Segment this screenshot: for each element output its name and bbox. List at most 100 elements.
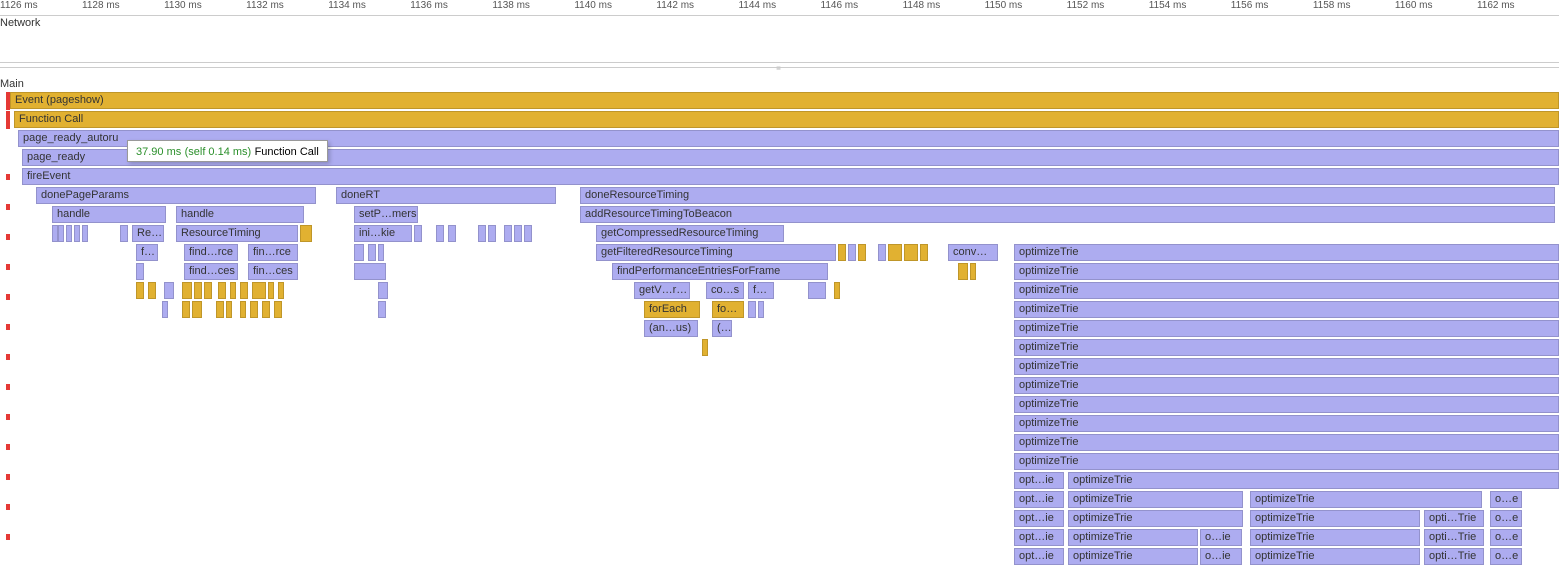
flame-bar[interactable] bbox=[834, 282, 840, 299]
flame-bar[interactable] bbox=[82, 225, 88, 242]
flame-bar[interactable]: handle bbox=[52, 206, 166, 223]
flame-bar[interactable] bbox=[488, 225, 496, 242]
flame-bar[interactable]: getCompressedResourceTiming bbox=[596, 225, 784, 242]
flame-bar[interactable] bbox=[74, 225, 80, 242]
flame-bar[interactable] bbox=[436, 225, 444, 242]
flame-bar[interactable] bbox=[216, 301, 224, 318]
flame-bar[interactable] bbox=[194, 282, 202, 299]
flame-bar[interactable]: forEach bbox=[644, 301, 700, 318]
flame-bar[interactable]: co…s bbox=[706, 282, 744, 299]
flame-bar[interactable]: (… bbox=[712, 320, 732, 337]
flame-bar[interactable] bbox=[204, 282, 212, 299]
flame-bar[interactable]: ini…kie bbox=[354, 225, 412, 242]
flame-bar[interactable] bbox=[262, 301, 270, 318]
pane-splitter[interactable]: ≡ bbox=[0, 62, 1559, 68]
flame-bar[interactable] bbox=[148, 282, 156, 299]
flame-bar[interactable] bbox=[164, 282, 174, 299]
flame-bar[interactable]: conv…rie bbox=[948, 244, 998, 261]
flame-bar[interactable]: o…e bbox=[1490, 548, 1522, 565]
flame-bar[interactable]: optimizeTrie bbox=[1068, 510, 1243, 527]
flame-bar[interactable]: doneRT bbox=[336, 187, 556, 204]
flame-bar[interactable] bbox=[748, 301, 756, 318]
flame-bar[interactable]: optimizeTrie bbox=[1014, 244, 1559, 261]
flame-bar[interactable] bbox=[904, 244, 918, 261]
flame-bar[interactable]: optimizeTrie bbox=[1014, 320, 1559, 337]
flame-bar[interactable] bbox=[240, 282, 248, 299]
flame-bar[interactable] bbox=[378, 282, 388, 299]
flame-bar[interactable] bbox=[878, 244, 886, 261]
flame-bar[interactable]: optimizeTrie bbox=[1014, 358, 1559, 375]
flame-bar[interactable] bbox=[920, 244, 928, 261]
flame-bar[interactable]: (an…us) bbox=[644, 320, 698, 337]
flame-bar[interactable] bbox=[848, 244, 856, 261]
flame-bar[interactable]: addResourceTimingToBeacon bbox=[580, 206, 1555, 223]
flame-bar[interactable] bbox=[252, 282, 266, 299]
flame-bar[interactable]: fo…h bbox=[712, 301, 744, 318]
flame-bar[interactable]: Event (pageshow) bbox=[10, 92, 1559, 109]
flame-bar[interactable]: fin…rce bbox=[248, 244, 298, 261]
flame-bar[interactable]: optimizeTrie bbox=[1068, 472, 1559, 489]
flame-bar[interactable]: setP…mers bbox=[354, 206, 418, 223]
flame-bar[interactable]: opt…ie bbox=[1014, 529, 1064, 546]
flame-bar[interactable] bbox=[858, 244, 866, 261]
flame-bar[interactable]: optimizeTrie bbox=[1068, 529, 1198, 546]
flame-bar[interactable]: fin…ces bbox=[248, 263, 298, 280]
flame-bar[interactable]: opti…Trie bbox=[1424, 510, 1484, 527]
flame-bar[interactable] bbox=[268, 282, 274, 299]
flame-bar[interactable]: o…ie bbox=[1200, 529, 1242, 546]
flame-bar[interactable]: optimizeTrie bbox=[1014, 301, 1559, 318]
flame-bar[interactable] bbox=[478, 225, 486, 242]
flame-bar[interactable]: opt…ie bbox=[1014, 472, 1064, 489]
flame-bar[interactable] bbox=[274, 301, 282, 318]
flame-bar[interactable] bbox=[354, 244, 364, 261]
flame-bar[interactable] bbox=[808, 282, 826, 299]
flame-bar[interactable]: optimizeTrie bbox=[1014, 282, 1559, 299]
flame-bar[interactable] bbox=[354, 263, 386, 280]
flame-bar[interactable] bbox=[368, 244, 376, 261]
flame-bar[interactable] bbox=[278, 282, 284, 299]
flame-bar[interactable] bbox=[182, 282, 192, 299]
flame-bar[interactable]: o…e bbox=[1490, 510, 1522, 527]
flame-bar[interactable]: opt…ie bbox=[1014, 548, 1064, 565]
flame-bar[interactable] bbox=[230, 282, 236, 299]
flame-bar[interactable]: Function Call bbox=[14, 111, 1559, 128]
flame-bar[interactable] bbox=[524, 225, 532, 242]
flame-bar[interactable]: fireEvent bbox=[22, 168, 1559, 185]
flame-bar[interactable] bbox=[970, 263, 976, 280]
flame-bar[interactable]: ResourceTiming bbox=[176, 225, 298, 242]
flame-bar[interactable]: optimizeTrie bbox=[1014, 434, 1559, 451]
flame-bar[interactable] bbox=[504, 225, 512, 242]
flame-bar[interactable]: f… bbox=[136, 244, 158, 261]
flame-bar[interactable]: findPerformanceEntriesForFrame bbox=[612, 263, 828, 280]
flame-bar[interactable] bbox=[136, 263, 144, 280]
flame-bar[interactable] bbox=[182, 301, 190, 318]
flame-bar[interactable]: find…ces bbox=[184, 263, 238, 280]
flame-bar[interactable]: donePageParams bbox=[36, 187, 316, 204]
flame-bar[interactable]: opti…Trie bbox=[1424, 548, 1484, 565]
flame-bar[interactable] bbox=[838, 244, 846, 261]
flame-bar[interactable]: optimizeTrie bbox=[1014, 339, 1559, 356]
flame-bar[interactable] bbox=[240, 301, 246, 318]
flame-bar[interactable]: optimizeTrie bbox=[1014, 415, 1559, 432]
flame-bar[interactable]: optimizeTrie bbox=[1250, 491, 1482, 508]
flame-bar[interactable]: optimizeTrie bbox=[1014, 377, 1559, 394]
flame-bar[interactable] bbox=[218, 282, 226, 299]
flame-bar[interactable] bbox=[378, 301, 386, 318]
flame-bar[interactable] bbox=[888, 244, 902, 261]
flame-bar[interactable]: f…e bbox=[748, 282, 774, 299]
flame-bar[interactable]: optimizeTrie bbox=[1250, 548, 1420, 565]
timeline-ruler[interactable]: 1126 ms1128 ms1130 ms1132 ms1134 ms1136 … bbox=[0, 0, 1559, 16]
flame-bar[interactable] bbox=[414, 225, 422, 242]
flame-bar[interactable]: Re…g bbox=[132, 225, 164, 242]
flame-bar[interactable] bbox=[378, 244, 384, 261]
flame-bar[interactable]: o…e bbox=[1490, 491, 1522, 508]
flame-bar[interactable]: find…rce bbox=[184, 244, 238, 261]
flame-bar[interactable] bbox=[702, 339, 708, 356]
flame-bar[interactable] bbox=[120, 225, 128, 242]
flame-bar[interactable]: handle bbox=[176, 206, 304, 223]
flame-bar[interactable]: opti…Trie bbox=[1424, 529, 1484, 546]
flame-bar[interactable]: opt…ie bbox=[1014, 510, 1064, 527]
flame-bar[interactable]: o…ie bbox=[1200, 548, 1242, 565]
flame-bar[interactable] bbox=[300, 225, 312, 242]
flame-bar[interactable] bbox=[136, 282, 144, 299]
